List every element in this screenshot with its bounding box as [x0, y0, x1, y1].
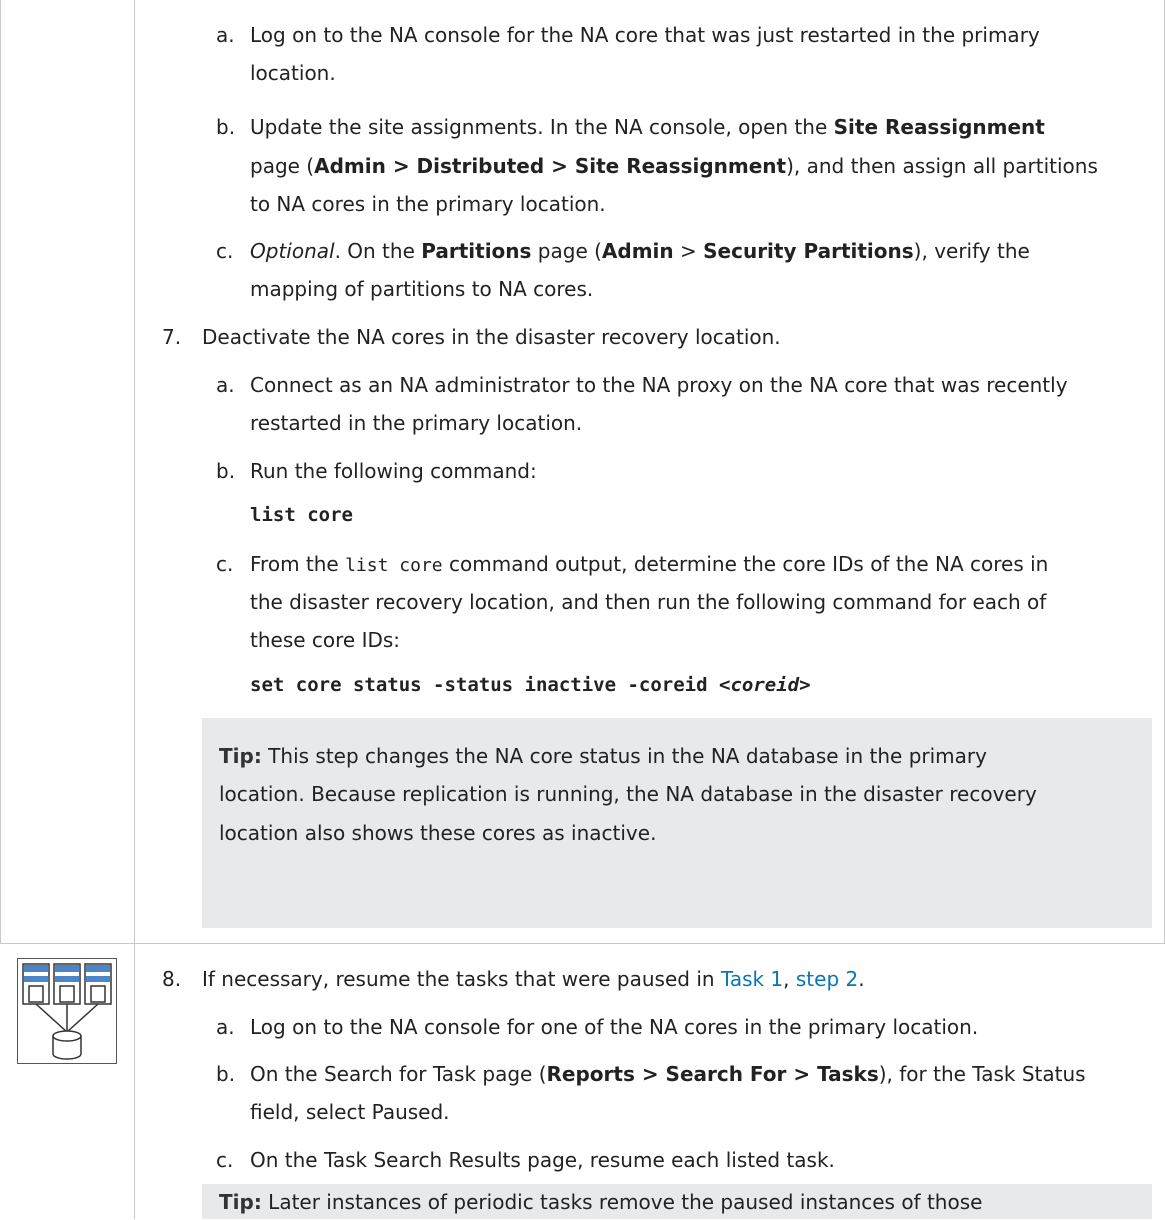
step-text: field, select Paused.	[250, 1100, 450, 1124]
tip-text: location. Because replication is running…	[219, 782, 1037, 806]
tip-box: Tip: Later instances of periodic tasks r…	[202, 1184, 1152, 1219]
ui-path: Reports > Search For > Tasks	[546, 1062, 879, 1086]
step-text: the disaster recovery location, and then…	[250, 590, 1047, 614]
table-column-divider	[134, 0, 135, 1219]
step-text: mapping of partitions to NA cores.	[250, 277, 594, 301]
ui-path: Site Reassignment	[833, 115, 1045, 139]
command-text: set core status -status inactive -coreid…	[250, 674, 811, 696]
step-text: Connect as an NA administrator to the NA…	[250, 373, 1068, 397]
tip-text: location also shows these cores as inact…	[219, 821, 657, 845]
task1-link[interactable]: Task 1	[721, 967, 783, 991]
tip-text: Tip: Later instances of periodic tasks r…	[219, 1190, 983, 1214]
table-left-border	[0, 0, 1, 944]
list-marker: 8.	[162, 967, 182, 991]
list-marker: b.	[216, 1062, 236, 1086]
step2-link[interactable]: step 2	[796, 967, 858, 991]
tip-label: Tip:	[219, 1190, 262, 1214]
list-marker: b.	[216, 115, 236, 139]
list-marker: a.	[216, 1015, 235, 1039]
step-text: Log on to the NA console for the NA core…	[250, 23, 1040, 47]
step-text: Run the following command:	[250, 459, 537, 483]
step-text: Update the site assignments. In the NA c…	[250, 115, 1045, 139]
step-text: Log on to the NA console for one of the …	[250, 1015, 979, 1039]
step-text: Optional. On the Partitions page (Admin …	[250, 239, 1030, 263]
step-text: If necessary, resume the tasks that were…	[202, 967, 865, 991]
step-text: From the list core command output, deter…	[250, 552, 1049, 576]
step-text: to NA cores in the primary location.	[250, 192, 606, 216]
step-text: location.	[250, 61, 336, 85]
command-text: list core	[250, 504, 353, 526]
step-text: On the Search for Task page (Reports > S…	[250, 1062, 1086, 1086]
list-marker: a.	[216, 23, 235, 47]
list-marker: a.	[216, 373, 235, 397]
list-marker: b.	[216, 459, 236, 483]
tip-label: Tip:	[219, 744, 262, 768]
distributed-database-icon	[17, 958, 117, 1064]
list-marker: c.	[216, 1148, 234, 1172]
tip-text: Tip: This step changes the NA core statu…	[219, 744, 987, 768]
step-text: these core IDs:	[250, 628, 401, 652]
ui-path: Admin > Distributed > Site Reassignment	[314, 154, 787, 178]
list-marker: c.	[216, 239, 234, 263]
list-marker: c.	[216, 552, 234, 576]
step-text: restarted in the primary location.	[250, 411, 583, 435]
step-text: Deactivate the NA cores in the disaster …	[202, 325, 781, 349]
step-text: On the Task Search Results page, resume …	[250, 1148, 835, 1172]
table-row-divider	[0, 943, 1165, 944]
list-marker: 7.	[162, 325, 182, 349]
step-text: page (Admin > Distributed > Site Reassig…	[250, 154, 1098, 178]
inline-code: list core	[345, 555, 443, 576]
tip-box: Tip: This step changes the NA core statu…	[202, 718, 1152, 928]
